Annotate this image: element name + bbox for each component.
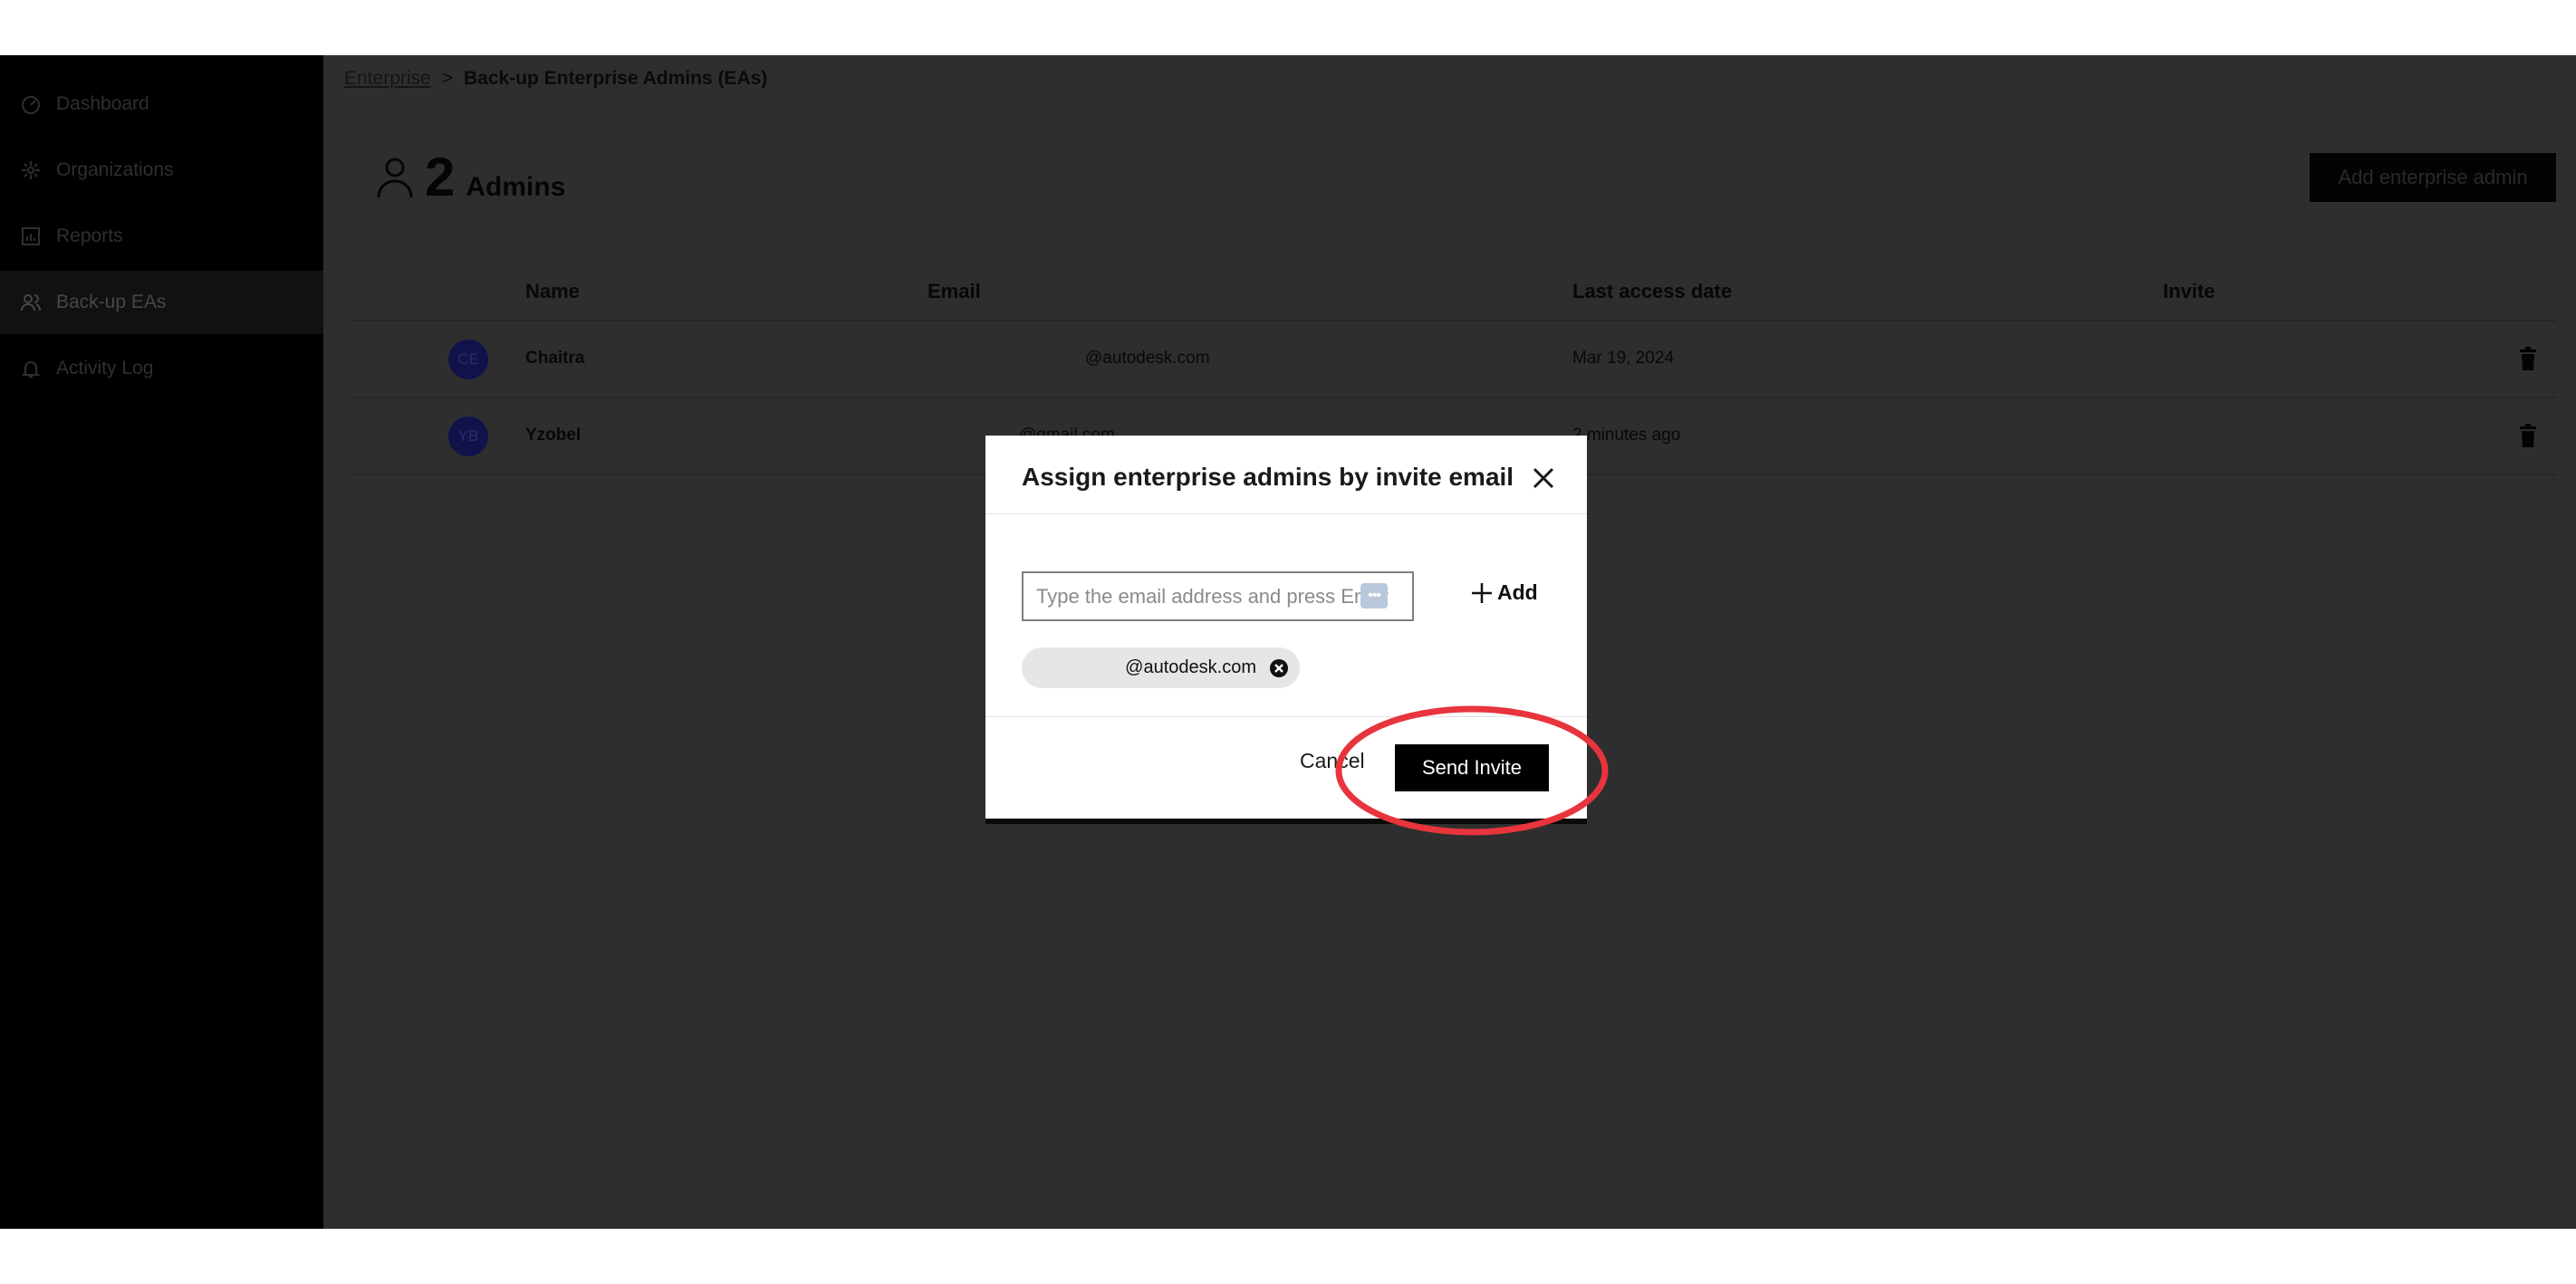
sidebar: Dashboard Organizations Reports Back-up … (0, 55, 323, 1229)
column-header-name[interactable]: Name (525, 280, 580, 303)
dashboard-icon (20, 93, 42, 115)
users-icon (20, 292, 42, 313)
plus-icon (1470, 581, 1494, 605)
avatar: YB (448, 417, 488, 456)
send-invite-button[interactable]: Send Invite (1395, 744, 1549, 791)
email-chip-label: @autodesk.com (1125, 657, 1256, 677)
sidebar-item-label: Back-up EAs (56, 292, 167, 312)
add-email-button[interactable]: Add (1470, 580, 1538, 605)
column-header-last-access[interactable]: Last access date (1572, 280, 1732, 303)
row-name: Chaitra (525, 349, 585, 368)
table-row[interactable]: CE Chaitra @autodesk.com Mar 19, 2024 (351, 321, 2556, 398)
email-chip: @autodesk.com (1022, 647, 1300, 688)
row-email: @autodesk.com (1085, 349, 1210, 368)
sidebar-item-organizations[interactable]: Organizations (0, 139, 323, 202)
sidebar-item-activity-log[interactable]: Activity Log (0, 337, 323, 400)
sidebar-item-label: Organizations (56, 159, 174, 180)
row-name: Yzobel (525, 426, 582, 445)
column-header-email[interactable]: Email (928, 280, 981, 303)
table-header: Name Email Last access date Invite (351, 264, 2556, 321)
breadcrumb-current: Back-up Enterprise Admins (EAs) (463, 68, 768, 89)
bell-icon (20, 358, 42, 379)
sidebar-item-reports[interactable]: Reports (0, 205, 323, 268)
person-icon (376, 154, 414, 201)
column-header-invite: Invite (2163, 280, 2216, 302)
admin-count-label: Admins (466, 172, 566, 202)
add-email-label: Add (1497, 580, 1538, 604)
row-last-access: 2 minutes ago (1572, 426, 1681, 445)
organizations-icon (20, 159, 42, 181)
modal-divider (985, 513, 1587, 514)
add-enterprise-admin-button[interactable]: Add enterprise admin (2310, 153, 2556, 202)
email-input[interactable] (1022, 571, 1414, 621)
avatar: CE (448, 340, 488, 379)
remove-chip-icon[interactable] (1269, 658, 1289, 678)
sidebar-item-label: Dashboard (56, 93, 149, 114)
breadcrumb-separator: > (441, 68, 453, 89)
reports-icon (20, 225, 42, 247)
modal-divider (985, 716, 1587, 717)
assign-admins-modal: Assign enterprise admins by invite email… (985, 436, 1587, 819)
sidebar-item-backup-eas[interactable]: Back-up EAs (0, 271, 323, 334)
breadcrumb: Enterprise > Back-up Enterprise Admins (… (344, 68, 767, 90)
row-last-access: Mar 19, 2024 (1572, 349, 1674, 368)
admin-count: 2 (425, 147, 456, 207)
trash-icon[interactable] (2518, 347, 2538, 370)
close-icon[interactable] (1528, 463, 1559, 493)
modal-title: Assign enterprise admins by invite email (1022, 463, 1514, 491)
cancel-button[interactable]: Cancel (1300, 749, 1365, 773)
more-dots-icon[interactable]: ••• (1360, 583, 1388, 608)
admin-count-header: 2 Admins (376, 146, 565, 208)
sidebar-item-label: Activity Log (56, 358, 154, 378)
trash-icon[interactable] (2518, 424, 2538, 447)
sidebar-item-dashboard[interactable]: Dashboard (0, 72, 323, 136)
sidebar-item-label: Reports (56, 225, 123, 246)
breadcrumb-link-enterprise[interactable]: Enterprise (344, 68, 431, 90)
